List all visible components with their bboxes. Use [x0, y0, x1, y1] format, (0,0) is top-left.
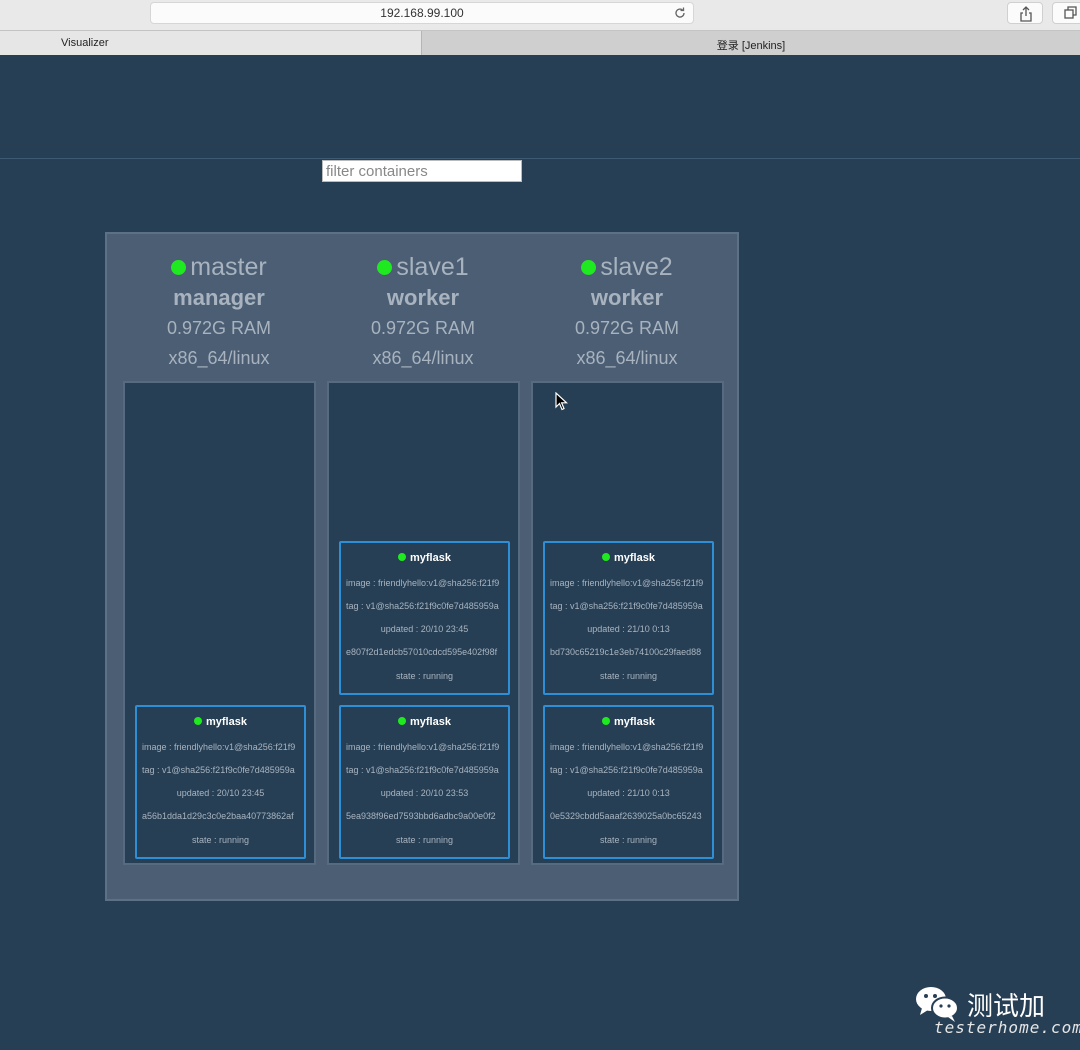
- status-running-icon: [398, 553, 406, 561]
- container-id: bd730c65219c1e3eb74100c29faed88: [550, 647, 702, 657]
- container-image: image : friendlyhello:v1@sha256:f21f9: [550, 742, 704, 752]
- container-card[interactable]: myflask image : friendlyhello:v1@sha256:…: [543, 705, 714, 859]
- container-tag: tag : v1@sha256:f21f9c0fe7d485959a: [142, 765, 295, 775]
- node-column-slave1: myflask image : friendlyhello:v1@sha256:…: [327, 381, 520, 865]
- url-text: 192.168.99.100: [380, 6, 464, 20]
- status-running-icon: [602, 717, 610, 725]
- tabs-icon: [1064, 6, 1077, 19]
- tab-label: 登录 [Jenkins]: [716, 40, 786, 52]
- node-header-slave1: slave1 worker 0.972G RAM x86_64/linux: [321, 234, 525, 373]
- container-card[interactable]: myflask image : friendlyhello:v1@sha256:…: [543, 541, 714, 695]
- status-up-icon: [581, 260, 597, 275]
- node-name: master: [117, 252, 321, 282]
- container-state: state : running: [395, 835, 454, 845]
- container-id: e807f2d1edcb57010cdcd595e402f98f: [346, 647, 498, 657]
- node-name: slave1: [321, 252, 525, 282]
- container-name: myflask: [545, 552, 712, 564]
- container-id: 5ea938f96ed7593bbd6adbc9a00e0f2: [346, 811, 496, 821]
- container-image: image : friendlyhello:v1@sha256:f21f9: [346, 742, 500, 752]
- container-card[interactable]: myflask image : friendlyhello:v1@sha256:…: [339, 541, 510, 695]
- tabs-overview-button[interactable]: [1052, 2, 1080, 24]
- node-ram: 0.972G RAM: [166, 318, 272, 338]
- container-image: image : friendlyhello:v1@sha256:f21f9: [346, 578, 500, 588]
- container-state: state : running: [599, 835, 658, 845]
- container-state: state : running: [191, 835, 250, 845]
- container-updated: updated : 21/10 0:13: [587, 788, 670, 798]
- container-state: state : running: [599, 671, 658, 681]
- watermark: 测试加 testerhome.com: [914, 984, 1080, 1044]
- reload-icon[interactable]: [673, 6, 687, 20]
- share-button[interactable]: [1007, 2, 1043, 24]
- header-divider: [0, 158, 1080, 159]
- tab-bar: Visualizer 登录 [Jenkins]: [0, 30, 1080, 55]
- container-image: image : friendlyhello:v1@sha256:f21f9: [550, 578, 704, 588]
- address-bar[interactable]: 192.168.99.100: [150, 2, 694, 24]
- container-name: myflask: [341, 552, 508, 564]
- container-card[interactable]: myflask image : friendlyhello:v1@sha256:…: [339, 705, 510, 859]
- filter-containers-input[interactable]: [322, 160, 522, 182]
- container-id: 0e5329cbdd5aaaf2639025a0bc65243: [550, 811, 702, 821]
- node-header-master: master manager 0.972G RAM x86_64/linux: [117, 234, 321, 373]
- container-name: myflask: [341, 716, 508, 728]
- node-arch: x86_64/linux: [372, 348, 474, 368]
- container-tag: tag : v1@sha256:f21f9c0fe7d485959a: [346, 765, 499, 775]
- status-running-icon: [398, 717, 406, 725]
- browser-toolbar: 192.168.99.100: [0, 0, 1080, 30]
- node-column-master: myflask image : friendlyhello:v1@sha256:…: [123, 381, 316, 865]
- node-name: slave2: [525, 252, 729, 282]
- status-running-icon: [194, 717, 202, 725]
- watermark-subtitle: testerhome.com: [934, 1018, 1080, 1037]
- mouse-cursor-icon: [555, 392, 569, 411]
- container-tag: tag : v1@sha256:f21f9c0fe7d485959a: [346, 601, 499, 611]
- container-id: a56b1dda1d29c3c0e2baa40773862af: [142, 811, 294, 821]
- container-state: state : running: [395, 671, 454, 681]
- container-image: image : friendlyhello:v1@sha256:f21f9: [142, 742, 296, 752]
- status-up-icon: [171, 260, 187, 275]
- node-header-slave2: slave2 worker 0.972G RAM x86_64/linux: [525, 234, 729, 373]
- tab-visualizer[interactable]: Visualizer: [0, 31, 421, 55]
- node-role: manager: [173, 285, 265, 310]
- container-updated: updated : 20/10 23:53: [380, 788, 469, 798]
- container-name: myflask: [137, 716, 304, 728]
- node-ram: 0.972G RAM: [370, 318, 476, 338]
- container-tag: tag : v1@sha256:f21f9c0fe7d485959a: [550, 601, 703, 611]
- node-ram: 0.972G RAM: [574, 318, 680, 338]
- node-arch: x86_64/linux: [576, 348, 678, 368]
- container-updated: updated : 21/10 0:13: [587, 624, 670, 634]
- status-running-icon: [602, 553, 610, 561]
- container-updated: updated : 20/10 23:45: [380, 624, 469, 634]
- container-updated: updated : 20/10 23:45: [176, 788, 265, 798]
- container-card[interactable]: myflask image : friendlyhello:v1@sha256:…: [135, 705, 306, 859]
- status-up-icon: [377, 260, 393, 275]
- container-name: myflask: [545, 716, 712, 728]
- tab-jenkins[interactable]: 登录 [Jenkins]: [421, 31, 1080, 55]
- node-arch: x86_64/linux: [168, 348, 270, 368]
- share-icon: [1020, 6, 1032, 22]
- cluster-panel: master manager 0.972G RAM x86_64/linux m…: [105, 232, 739, 901]
- tab-label: Visualizer: [61, 37, 109, 49]
- node-role: worker: [386, 285, 460, 310]
- node-column-slave2: myflask image : friendlyhello:v1@sha256:…: [531, 381, 724, 865]
- node-role: worker: [590, 285, 664, 310]
- container-tag: tag : v1@sha256:f21f9c0fe7d485959a: [550, 765, 703, 775]
